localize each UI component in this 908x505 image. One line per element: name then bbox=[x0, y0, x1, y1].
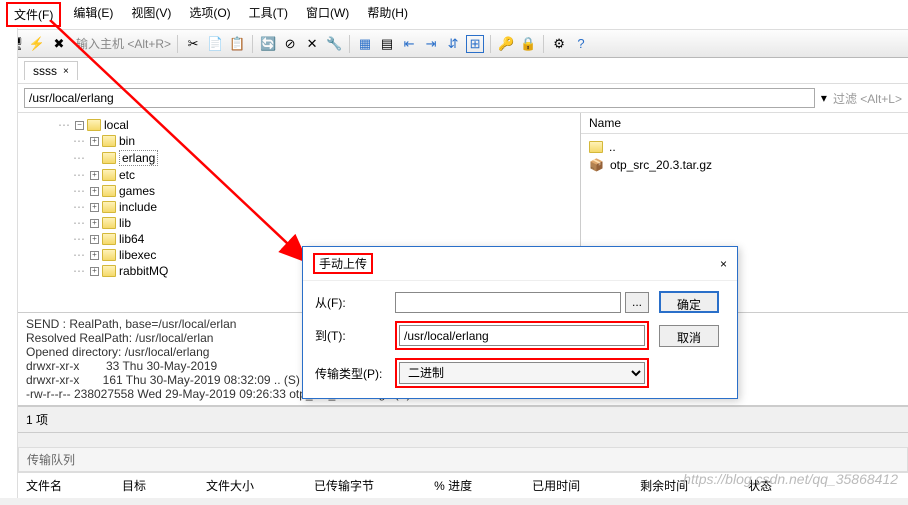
ok-button[interactable]: 确定 bbox=[659, 291, 719, 313]
view-detail-icon[interactable]: ▤ bbox=[378, 35, 396, 53]
menu-window[interactable]: 窗口(W) bbox=[300, 2, 355, 27]
cancel-icon[interactable]: ✕ bbox=[303, 35, 321, 53]
list-row-up[interactable]: .. bbox=[589, 138, 900, 156]
toolbar: 🖥 ⚡ ✖ 输入主机 <Alt+R> ✂ 📄 📋 🔄 ⊘ ✕ 🔧 ▦ ▤ ⇤ ⇥… bbox=[0, 30, 908, 58]
col-transferred[interactable]: 已传输字节 bbox=[314, 477, 374, 494]
queue-header: 传输队列 bbox=[18, 447, 908, 472]
from-input[interactable] bbox=[395, 292, 621, 313]
delete-icon[interactable]: ⊘ bbox=[281, 35, 299, 53]
expander-icon[interactable]: + bbox=[90, 251, 99, 260]
properties-icon[interactable]: 🔧 bbox=[325, 35, 343, 53]
tree-item-include[interactable]: ⋯+include bbox=[18, 199, 580, 215]
refresh-icon[interactable]: 🔄 bbox=[259, 35, 277, 53]
col-elapsed[interactable]: 已用时间 bbox=[532, 477, 580, 494]
menu-options[interactable]: 选项(O) bbox=[183, 2, 236, 27]
label-from: 从(F): bbox=[315, 294, 385, 311]
list-header-name[interactable]: Name bbox=[581, 113, 908, 134]
menu-help[interactable]: 帮助(H) bbox=[361, 2, 414, 27]
cancel-button[interactable]: 取消 bbox=[659, 325, 719, 347]
col-remaining[interactable]: 剩余时间 bbox=[640, 477, 688, 494]
paste-icon[interactable]: 📋 bbox=[228, 35, 246, 53]
folder-icon bbox=[102, 169, 116, 181]
expander-icon[interactable]: + bbox=[90, 267, 99, 276]
view-list-icon[interactable]: ▦ bbox=[356, 35, 374, 53]
filter-hint: 过滤 <Alt+L> bbox=[833, 90, 902, 107]
folder-icon bbox=[102, 135, 116, 147]
tree-item-bin[interactable]: ⋯+bin bbox=[18, 133, 580, 149]
folder-icon bbox=[589, 141, 603, 153]
folder-icon bbox=[102, 201, 116, 213]
archive-icon: 📦 bbox=[589, 158, 604, 172]
label-type: 传输类型(P): bbox=[315, 365, 385, 382]
expander-icon[interactable]: + bbox=[90, 203, 99, 212]
tab-label: ssss bbox=[33, 64, 57, 78]
folder-icon bbox=[102, 152, 116, 164]
tree-label: local bbox=[104, 118, 129, 132]
nav2-icon[interactable]: ⇥ bbox=[422, 35, 440, 53]
menu-edit[interactable]: 编辑(E) bbox=[67, 2, 119, 27]
folder-icon bbox=[102, 217, 116, 229]
folder-icon bbox=[102, 233, 116, 245]
tree-item-lib64[interactable]: ⋯+lib64 bbox=[18, 231, 580, 247]
folder-icon bbox=[87, 119, 101, 131]
expander-icon[interactable]: + bbox=[90, 137, 99, 146]
tab-close-icon[interactable]: × bbox=[63, 66, 69, 77]
dialog-close-icon[interactable]: × bbox=[720, 257, 727, 271]
tree-item-games[interactable]: ⋯+games bbox=[18, 183, 580, 199]
expander-icon[interactable]: + bbox=[90, 235, 99, 244]
folder-icon bbox=[102, 265, 116, 277]
folder-icon bbox=[102, 185, 116, 197]
quickconnect-icon[interactable]: ⚡ bbox=[28, 35, 46, 53]
path-input[interactable] bbox=[24, 88, 815, 108]
path-bar: ▾ 过滤 <Alt+L> bbox=[18, 84, 908, 113]
session-tab[interactable]: ssss × bbox=[24, 61, 78, 80]
expander-icon[interactable]: + bbox=[90, 171, 99, 180]
disconnect-icon[interactable]: ✖ bbox=[50, 35, 68, 53]
lock-icon[interactable]: 🔒 bbox=[519, 35, 537, 53]
cut-icon[interactable]: ✂ bbox=[184, 35, 202, 53]
path-dropdown-icon[interactable]: ▾ bbox=[821, 91, 827, 105]
watermark: https://blog.csdn.net/qq_35868412 bbox=[683, 471, 898, 487]
expander-icon[interactable]: + bbox=[90, 219, 99, 228]
type-select[interactable]: 二进制 bbox=[399, 362, 645, 384]
left-gutter bbox=[0, 28, 18, 498]
nav3-icon[interactable]: ⇵ bbox=[444, 35, 462, 53]
status-bar: 1 项 bbox=[18, 406, 908, 433]
expander-icon[interactable]: − bbox=[75, 121, 84, 130]
nav1-icon[interactable]: ⇤ bbox=[400, 35, 418, 53]
col-target[interactable]: 目标 bbox=[122, 477, 146, 494]
tree-root[interactable]: ⋯ − local bbox=[18, 117, 580, 133]
col-size[interactable]: 文件大小 bbox=[206, 477, 254, 494]
list-row-file[interactable]: 📦otp_src_20.3.tar.gz bbox=[589, 156, 900, 174]
dialog-title: 手动上传 bbox=[313, 253, 373, 274]
col-filename[interactable]: 文件名 bbox=[26, 477, 62, 494]
upload-dialog: 手动上传 × 从(F): ... 确定 到(T): 取消 传输类型(P): 二进… bbox=[302, 246, 738, 399]
menu-file[interactable]: 文件(F) bbox=[6, 2, 61, 27]
copy-icon[interactable]: 📄 bbox=[206, 35, 224, 53]
menu-tools[interactable]: 工具(T) bbox=[243, 2, 294, 27]
browse-button[interactable]: ... bbox=[625, 292, 649, 313]
expander-icon[interactable]: + bbox=[90, 187, 99, 196]
tab-bar: ssss × bbox=[18, 58, 908, 84]
tree-item-erlang[interactable]: ⋯erlang bbox=[18, 149, 580, 167]
nav4-icon[interactable]: ⊞ bbox=[466, 35, 484, 53]
menubar: 文件(F) 编辑(E) 视图(V) 选项(O) 工具(T) 窗口(W) 帮助(H… bbox=[0, 0, 908, 30]
to-input[interactable] bbox=[399, 325, 645, 346]
folder-icon bbox=[102, 249, 116, 261]
menu-view[interactable]: 视图(V) bbox=[125, 2, 177, 27]
tree-item-etc[interactable]: ⋯+etc bbox=[18, 167, 580, 183]
host-hint: 输入主机 <Alt+R> bbox=[76, 35, 171, 52]
tree-item-lib[interactable]: ⋯+lib bbox=[18, 215, 580, 231]
key-icon[interactable]: 🔑 bbox=[497, 35, 515, 53]
col-progress[interactable]: % 进度 bbox=[434, 477, 472, 494]
help-icon[interactable]: ? bbox=[572, 35, 590, 53]
settings-icon[interactable]: ⚙ bbox=[550, 35, 568, 53]
label-to: 到(T): bbox=[315, 327, 385, 344]
